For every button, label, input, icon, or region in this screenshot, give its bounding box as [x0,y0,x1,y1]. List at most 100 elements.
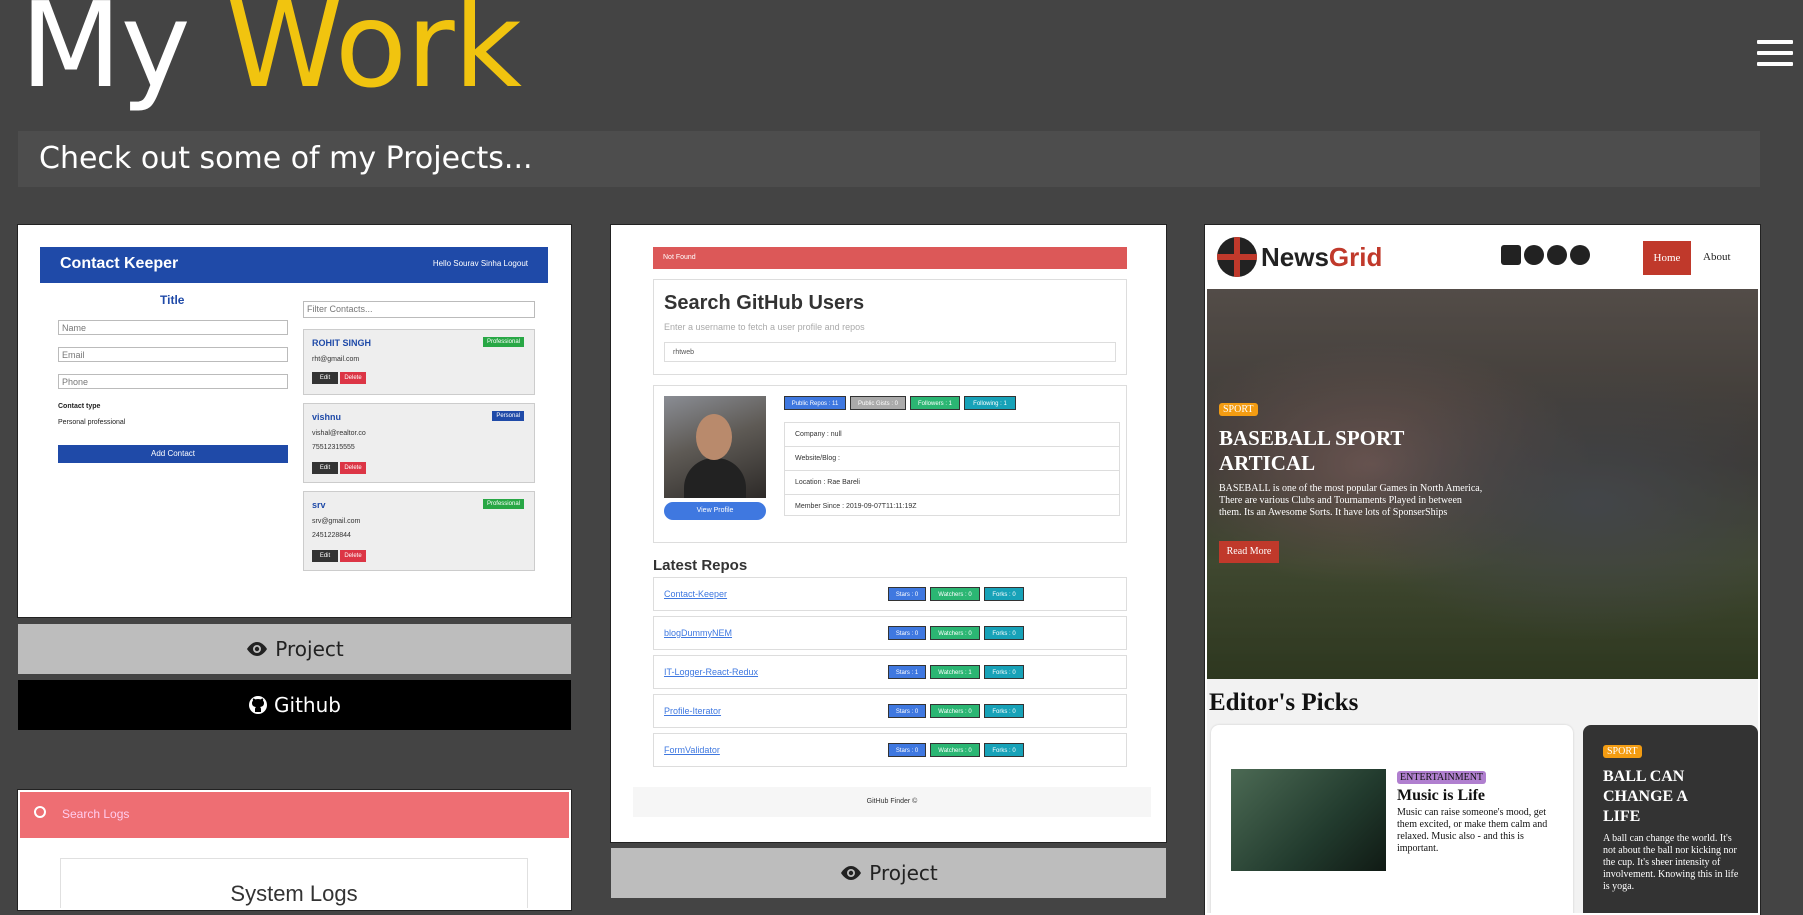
ck-contact-phone: 2451228844 [312,532,351,539]
ck-contact-email: srv@gmail.com [312,518,361,525]
ng-logo: NewsGrid [1217,237,1382,277]
gf-repo-name: FormValidator [664,745,720,755]
ck-filter-input: Filter Contacts... [303,301,535,318]
gf-repo-forks: Forks : 0 [984,743,1024,757]
project-screenshot-newsgrid: NewsGrid Home About SPORT BASEBALL SPORT… [1204,224,1761,915]
ck-delete-button: Delete [340,550,366,562]
ng-hero-text: BASEBALL is one of the most popular Game… [1219,483,1483,518]
ng-social-icons [1501,245,1590,265]
gf-repo-name: Contact-Keeper [664,589,728,599]
gf-repo-stars: Stars : 0 [888,743,926,757]
gf-repo-name: IT-Logger-React-Redux [664,667,759,677]
ck-contact-card: vishnu Personal vishal@realtor.co 755123… [303,403,535,483]
gf-stat-badge: Public Repos : 11 [784,396,846,410]
ng-hero-tag: SPORT [1219,403,1258,416]
gf-repo-watchers: Watchers : 0 [930,704,980,718]
ck-edit-button: Edit [312,462,338,474]
ck-contact-phone: 75512315555 [312,444,355,451]
gf-repo-forks: Forks : 0 [984,626,1024,640]
ck-contact-badge: Personal [492,411,524,421]
gf-latest-repos-heading: Latest Repos [653,557,748,574]
sl-panel: System Logs [60,858,528,908]
ck-contact-type-label: Contact type [58,403,101,410]
sl-panel-title: System Logs [230,881,358,906]
gf-repo-stars: Stars : 1 [888,665,926,679]
ng-read-more-button: Read More [1219,541,1279,563]
github-icon [1524,245,1544,265]
ck-contact-card: ROHIT SINGH Professional rht@gmail.com E… [303,329,535,395]
gf-repo-name: blogDummyNEM [664,628,733,638]
title-part-work: Work [226,0,522,114]
facebook-icon [1570,245,1590,265]
instagram-icon [1547,245,1567,265]
ck-name-input: Name [58,320,288,335]
ck-add-contact-button: Add Contact [58,445,288,463]
ck-contact-name: vishnu [312,412,342,422]
ng-brand-news: News [1261,241,1329,272]
title-part-my: My [20,0,191,114]
ck-contact-name: ROHIT SINGH [312,338,372,348]
gf-repo-row: IT-Logger-React-Redux Stars : 1 Watchers… [653,655,1127,689]
page-title: My Work [20,0,522,104]
ck-delete-button: Delete [340,462,366,474]
ck-contact-badge: Professional [482,499,524,509]
gf-info-row: Location : Rae Bareli [785,471,1119,495]
gf-info-row: Company : null [785,423,1119,447]
ng-editors-picks-heading: Editor's Picks [1209,689,1359,716]
project-button-contact-keeper[interactable]: Project [18,624,571,674]
ck-delete-button: Delete [340,372,366,384]
ng-nav-home: Home [1643,241,1691,275]
gf-stat-badge: Followers : 1 [910,396,960,410]
subtitle-bar: Check out some of my Projects... [18,131,1760,187]
ng-card-title: BALL CAN CHANGE A LIFE [1603,768,1688,825]
ck-phone-input: Phone [58,374,288,389]
ck-form-title: Title [160,293,185,307]
gf-info-row: Member Since : 2019-09-07T11:11:19Z [795,503,917,510]
hamburger-icon[interactable] [1757,40,1793,68]
project-screenshot-contact-keeper: Contact Keeper Hello Sourav Sinha Logout… [17,224,572,618]
ng-card-text: A ball can change the world. It's not ab… [1603,833,1739,892]
gf-repo-name: Profile-Iterator [664,706,722,716]
ck-greeting: Hello Sourav Sinha Logout [432,259,528,268]
gf-repo-row: Profile-Iterator Stars : 0 Watchers : 0 … [653,694,1127,728]
ck-navbar: Contact Keeper Hello Sourav Sinha Logout [40,247,548,283]
gf-repo-stars: Stars : 0 [888,704,926,718]
gf-profile-card: View Profile Public Repos : 11 Public Gi… [653,385,1127,543]
github-button-label: Github [274,693,341,717]
ck-email-input: Email [58,347,288,362]
gf-search-card: Search GitHub Users Enter a username to … [653,279,1127,375]
gf-repo-watchers: Watchers : 0 [930,743,980,757]
gf-info-list: Company : null Website/Blog : Location :… [784,422,1120,516]
github-icon [249,696,268,714]
gf-view-profile-button: View Profile [664,502,766,520]
gf-repo-forks: Forks : 0 [984,587,1024,601]
project-button-label: Project [275,637,344,661]
project-button-github-finder[interactable]: Project [611,848,1166,898]
project-screenshot-github-finder: Not Found Search GitHub Users Enter a us… [610,224,1167,843]
ng-card-tag: ENTERTAINMENT [1397,771,1487,784]
ck-contact-email: rht@gmail.com [312,356,360,363]
ng-brand-grid: Grid [1328,241,1383,272]
gf-repo-row: Contact-Keeper Stars : 0 Watchers : 0 Fo… [653,577,1127,611]
github-button-contact-keeper[interactable]: Github [18,680,571,730]
avatar [664,396,766,498]
gf-search-input: rhtweb [664,342,1116,362]
ng-card-image [1231,769,1386,871]
ng-card-tag: SPORT [1603,745,1642,758]
ng-hero-image: SPORT BASEBALL SPORT ARTICAL BASEBALL is… [1207,289,1758,679]
gf-footer: GitHub Finder © [633,787,1151,817]
ck-contact-name: srv [312,500,326,510]
ng-card-text: Music can raise someone's mood, get them… [1397,807,1548,854]
ck-brand: Contact Keeper [60,255,179,272]
gf-info-row: Website/Blog : [785,447,1119,471]
gf-stat-badge: Following : 1 [964,396,1016,410]
ng-card-ball: SPORT BALL CAN CHANGE A LIFE A ball can … [1583,725,1758,913]
gf-repo-stars: Stars : 0 [888,626,926,640]
gf-repo-stars: Stars : 0 [888,587,926,601]
eye-icon [841,866,862,880]
ng-card-title: Music is Life [1397,787,1485,804]
gf-repo-row: blogDummyNEM Stars : 0 Watchers : 0 Fork… [653,616,1127,650]
gf-repo-watchers: Watchers : 0 [930,626,980,640]
linkedin-icon [1501,245,1521,265]
ng-nav-about: About [1703,251,1731,263]
